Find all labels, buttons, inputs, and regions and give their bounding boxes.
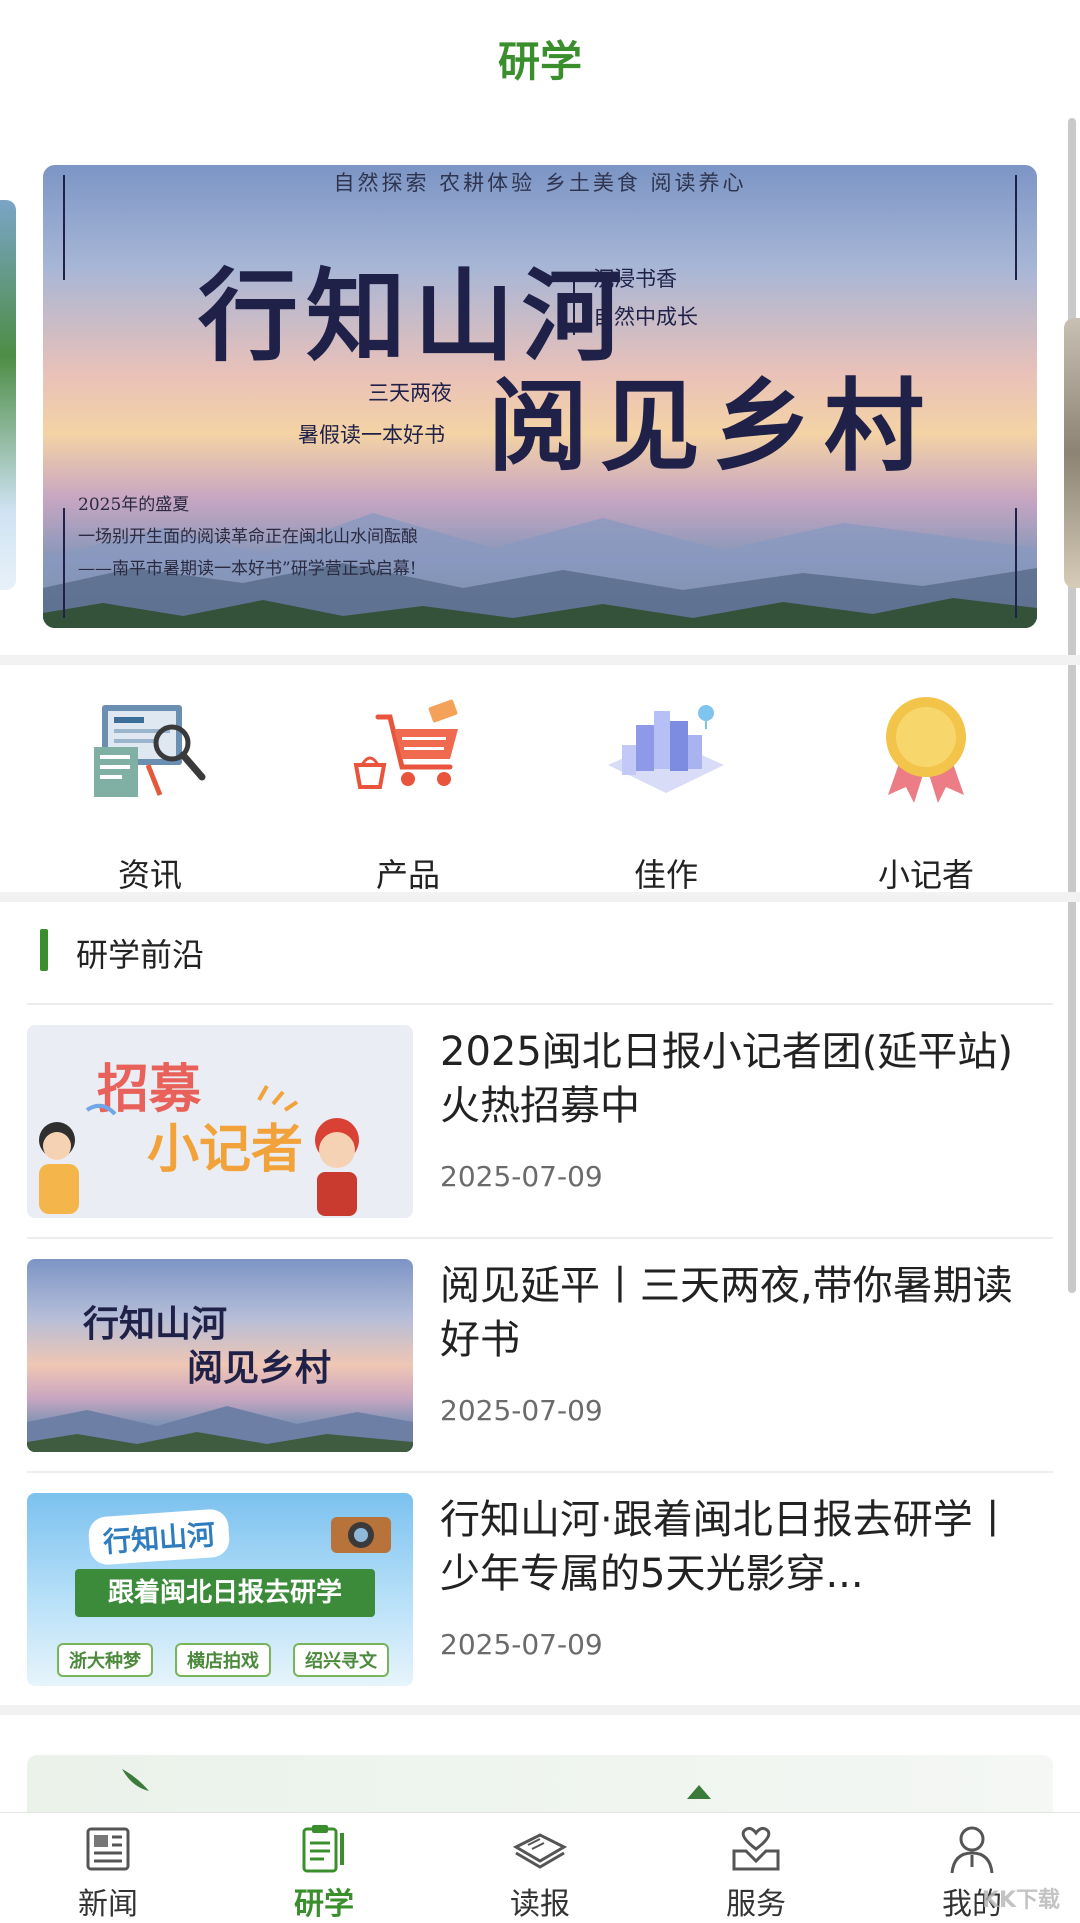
news-list-item[interactable]: 招募 小记者 2025闽北日报小记者团(延平站)火热招募中 2025-07-09: [0, 1005, 1080, 1239]
city-buildings-icon: [608, 705, 724, 793]
news-date: 2025-07-09: [440, 1628, 603, 1661]
news-date: 2025-07-09: [440, 1394, 603, 1427]
banner-prev-slide-peek[interactable]: [0, 200, 16, 590]
mountain-landscape-illustration: [27, 1406, 413, 1452]
quick-link-reporter[interactable]: 小记者: [826, 695, 1026, 894]
news-list-item[interactable]: 行知山河 跟着闽北日报去研学 浙大种梦 横店拍戏 绍兴寻文 行知山河·跟着闽北日…: [0, 1473, 1080, 1707]
tab-study[interactable]: 研学: [216, 1813, 432, 1922]
banner-side-text-2: 暑假读一本好书: [298, 423, 445, 447]
banner-subtitle-2: 自然中成长: [593, 305, 698, 329]
tab-label: 服务: [726, 1887, 786, 1922]
open-book-icon: [512, 1833, 568, 1869]
newspaper-icon: [86, 1827, 130, 1871]
tab-label: 研学: [294, 1887, 354, 1922]
thumbnail-text: 阅见乡村: [187, 1347, 332, 1389]
quick-links-grid: 资讯 产品 佳作 小记者: [0, 670, 1080, 894]
section-separator: [0, 1705, 1080, 1715]
helping-hands-icon: [732, 1826, 780, 1871]
quick-link-works[interactable]: 佳作: [566, 695, 766, 894]
news-title: 2025闽北日报小记者团(延平站)火热招募中: [440, 1029, 1014, 1129]
tab-services[interactable]: 服务: [648, 1813, 864, 1922]
child-reporter-illustration: [39, 1085, 359, 1216]
news-title: 行知山河·跟着闽北日报去研学丨少年专属的5天光影穿...: [440, 1497, 1013, 1597]
frame-line: [63, 508, 65, 618]
banner-title-line2: 阅见乡村: [488, 367, 936, 485]
banner-footnote-3: ——南平市暑期读一本好书”研学营正式启幕!: [78, 559, 417, 579]
top-bar: 研学: [0, 0, 1080, 120]
banner-tags: 自然探索 农耕体验 乡土美食 阅读养心: [333, 171, 747, 195]
banner-footnote-2: 一场别开生面的阅读革命正在闽北山水间酝酿: [78, 527, 418, 547]
section-accent-bar: [40, 929, 48, 971]
news-document-icon: [94, 705, 206, 797]
shopping-cart-icon: [353, 699, 458, 789]
quick-link-news[interactable]: 资讯: [50, 695, 250, 894]
banner-carousel-slide[interactable]: 自然探索 农耕体验 乡土美食 阅读养心 行知山河 沉浸书香 自然中成长 三天两夜…: [43, 165, 1037, 628]
quick-link-products[interactable]: 产品: [308, 695, 508, 894]
news-date: 2025-07-09: [440, 1160, 603, 1193]
banner-subtitle-1: 沉浸书香: [593, 267, 677, 291]
quick-link-label: 小记者: [877, 856, 974, 894]
mountain-landscape-illustration: [43, 513, 1037, 628]
camera-illustration: [331, 1517, 391, 1553]
thumbnail-text: 跟着闽北日报去研学: [75, 1569, 375, 1617]
thumbnail-text: 行知山河: [87, 1508, 231, 1566]
page-title: 研学: [497, 37, 582, 86]
section-title: 研学前沿: [76, 936, 205, 974]
thumbnail-tag: 绍兴寻文: [293, 1643, 389, 1677]
person-icon: [950, 1826, 994, 1874]
news-thumbnail: 行知山河 跟着闽北日报去研学 浙大种梦 横店拍戏 绍兴寻文: [27, 1493, 413, 1686]
section-separator: [0, 655, 1080, 665]
banner-divider: [573, 275, 575, 335]
news-list-item[interactable]: 行知山河 阅见乡村 阅见延平丨三天两夜,带你暑期读好书 2025-07-09: [0, 1239, 1080, 1473]
tab-label: 新闻: [78, 1887, 138, 1922]
news-title: 阅见延平丨三天两夜,带你暑期读好书: [440, 1263, 1013, 1363]
leaf-decoration-icon: [122, 1769, 711, 1799]
frame-line: [1015, 508, 1017, 618]
medal-icon: [886, 697, 966, 803]
quick-link-label: 佳作: [633, 856, 698, 894]
tab-label: 读报: [510, 1887, 570, 1922]
bottom-tab-bar: 新闻 研学 读报 服务 我的: [0, 1812, 1080, 1922]
news-thumbnail: 行知山河 阅见乡村: [27, 1259, 413, 1452]
tab-news[interactable]: 新闻: [0, 1813, 216, 1922]
watermark-logo: KK下载: [981, 1888, 1060, 1913]
quick-link-label: 产品: [375, 856, 440, 894]
next-content-card[interactable]: [27, 1755, 1053, 1815]
tab-read-paper[interactable]: 读报: [432, 1813, 648, 1922]
section-header: 研学前沿: [0, 900, 1080, 1005]
news-thumbnail: 招募 小记者: [27, 1025, 413, 1218]
clipboard-pencil-icon: [302, 1825, 344, 1873]
banner-footnote-1: 2025年的盛夏: [78, 495, 190, 515]
quick-link-label: 资讯: [117, 856, 182, 894]
banner-side-text-1: 三天两夜: [368, 381, 452, 405]
thumbnail-tag: 横店拍戏: [175, 1643, 271, 1677]
thumbnail-tag: 浙大种梦: [57, 1643, 153, 1677]
banner-next-slide-peek[interactable]: [1064, 318, 1080, 588]
